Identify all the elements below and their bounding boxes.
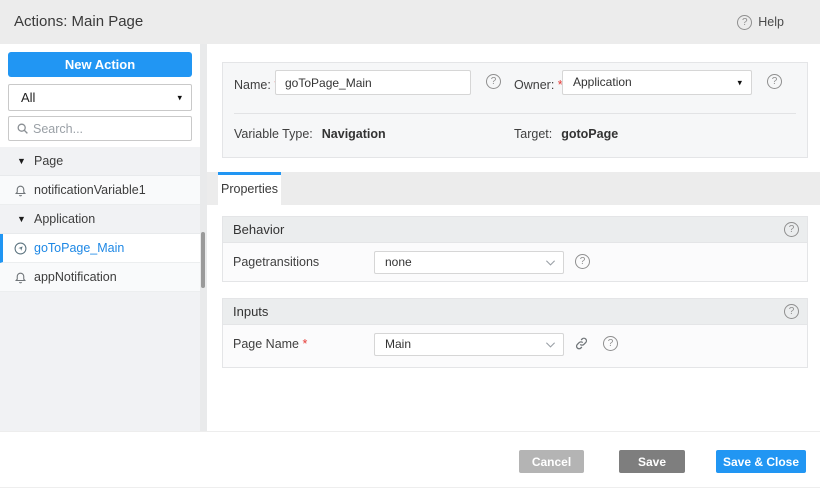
tree-group-label: Application <box>34 212 96 226</box>
page-name-row: Page Name * Main ? <box>223 325 807 363</box>
footer-bar: Cancel Save Save & Close <box>0 431 820 487</box>
form-readonly-row: Variable Type: Navigation Target: gotoPage <box>234 126 798 141</box>
save-and-close-button[interactable]: Save & Close <box>716 450 806 473</box>
new-action-button[interactable]: New Action <box>8 52 192 77</box>
cancel-button[interactable]: Cancel <box>519 450 584 473</box>
target-value: gotoPage <box>561 127 619 141</box>
tree-item-label: notificationVariable1 <box>34 183 146 197</box>
tree-item-label: goToPage_Main <box>34 241 125 255</box>
search-icon <box>17 123 28 134</box>
search-input[interactable] <box>33 118 185 139</box>
owner-help-icon[interactable]: ? <box>767 74 782 89</box>
pagetransitions-help-icon[interactable]: ? <box>575 254 590 269</box>
page-name-help-icon[interactable]: ? <box>603 336 618 351</box>
inputs-section-header: Inputs ? <box>223 299 807 325</box>
actions-sidebar: New Action All ▾ ▼ Page notificationVari… <box>0 44 200 431</box>
page-name-select[interactable]: Main <box>374 333 564 356</box>
pagetransitions-select-value: none <box>385 255 412 269</box>
page-title: Actions: Main Page <box>14 13 144 30</box>
sidebar-divider <box>200 44 207 431</box>
name-label: Name: * <box>234 78 279 92</box>
target-label: Target: <box>514 127 553 141</box>
name-help-icon[interactable]: ? <box>486 74 501 89</box>
save-button[interactable]: Save <box>619 450 685 473</box>
tree-item-notificationvariable1[interactable]: notificationVariable1 <box>0 176 200 205</box>
tree-item-gotopage-main[interactable]: goToPage_Main <box>0 234 200 263</box>
actions-editor-window: Actions: Main Page ? Help New Action All… <box>0 0 820 488</box>
tree-item-appnotification[interactable]: appNotification <box>0 263 200 292</box>
owner-label: Owner: * <box>514 78 563 92</box>
form-divider <box>234 113 796 114</box>
dropdown-arrow-icon: ▾ <box>177 91 182 102</box>
help-icon: ? <box>737 14 753 30</box>
action-detail-panel: Name: * ? Owner: * Application ▾ ? Varia… <box>207 44 820 431</box>
chevron-down-icon <box>545 260 556 266</box>
required-mark: * <box>302 337 308 351</box>
chevron-down-icon: ▼ <box>17 214 26 224</box>
behavior-help-icon[interactable]: ? <box>784 222 799 237</box>
chevron-down-icon <box>545 342 556 348</box>
help-button[interactable]: ? Help <box>737 0 784 44</box>
tree-group-label: Page <box>34 154 64 168</box>
tree-group-application[interactable]: ▼ Application <box>0 205 200 234</box>
pagetransitions-row: Pagetransitions none ? <box>223 243 807 281</box>
inputs-section: Inputs ? Page Name * Main ? <box>222 298 808 368</box>
variable-type-value: Navigation <box>321 127 386 141</box>
inputs-section-title: Inputs <box>233 304 269 319</box>
page-name-select-value: Main <box>385 337 412 351</box>
navigation-icon <box>14 242 27 255</box>
actions-tree: ▼ Page notificationVariable1 ▼ Applicati… <box>0 147 200 292</box>
filter-dropdown-value: All <box>21 90 36 105</box>
page-name-label: Page Name * <box>233 337 308 351</box>
tab-properties[interactable]: Properties <box>218 172 281 205</box>
tab-strip: Properties <box>207 172 820 205</box>
owner-select-value: Application <box>573 75 632 89</box>
behavior-section-title: Behavior <box>233 222 285 237</box>
bind-link-icon[interactable] <box>574 336 589 351</box>
variable-type-label: Variable Type: <box>234 127 313 141</box>
sidebar-scrollbar[interactable] <box>201 232 205 288</box>
search-box <box>8 116 192 141</box>
bell-icon <box>15 185 26 197</box>
name-input[interactable] <box>275 70 471 95</box>
pagetransitions-select[interactable]: none <box>374 251 564 274</box>
filter-dropdown[interactable]: All ▾ <box>8 84 192 111</box>
behavior-section: Behavior ? Pagetransitions none ? <box>222 216 808 282</box>
inputs-help-icon[interactable]: ? <box>784 304 799 319</box>
dropdown-arrow-icon: ▾ <box>737 76 742 87</box>
title-bar: Actions: Main Page ? Help <box>0 0 820 44</box>
bell-icon <box>15 272 26 284</box>
action-header-form: Name: * ? Owner: * Application ▾ ? Varia… <box>222 62 808 158</box>
chevron-down-icon: ▼ <box>17 156 26 166</box>
owner-select[interactable]: Application ▾ <box>562 70 752 95</box>
sidebar-empty-area <box>0 292 200 431</box>
behavior-section-header: Behavior ? <box>223 217 807 243</box>
pagetransitions-label: Pagetransitions <box>233 255 320 269</box>
help-label: Help <box>758 15 784 29</box>
tree-group-page[interactable]: ▼ Page <box>0 147 200 176</box>
tree-item-label: appNotification <box>34 270 117 284</box>
